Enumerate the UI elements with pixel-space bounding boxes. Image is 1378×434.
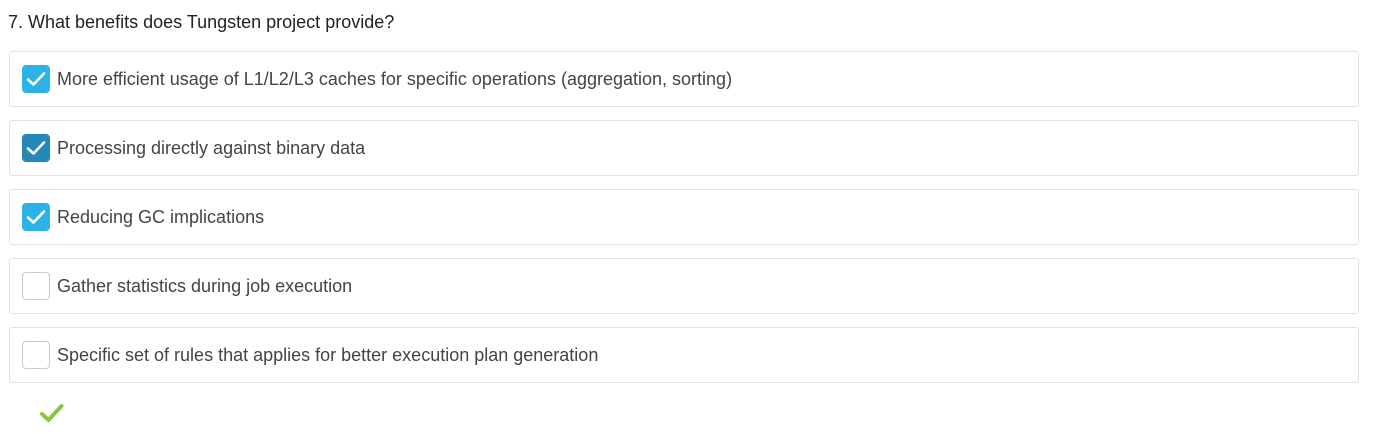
answer-option-label: Gather statistics during job execution: [57, 276, 353, 296]
answer-option-label: Specific set of rules that applies for b…: [57, 345, 599, 365]
check-mark-icon: [40, 402, 64, 424]
question-title: 7. What benefits does Tungsten project p…: [8, 12, 395, 32]
answer-option-1[interactable]: More efficient usage of L1/L2/L3 caches …: [9, 51, 1359, 107]
checkbox-unchecked-icon[interactable]: [22, 272, 50, 300]
checkbox-checked-icon[interactable]: [22, 203, 50, 231]
checkbox-checked-icon[interactable]: [22, 65, 50, 93]
answer-option-label: More efficient usage of L1/L2/L3 caches …: [57, 69, 733, 89]
answer-option-label: Processing directly against binary data: [57, 138, 366, 158]
answer-option-label: Reducing GC implications: [57, 207, 265, 227]
checkbox-unchecked-icon[interactable]: [22, 341, 50, 369]
answer-option-3[interactable]: Reducing GC implications: [9, 189, 1359, 245]
answer-option-4[interactable]: Gather statistics during job execution: [9, 258, 1359, 314]
checkbox-checked-icon[interactable]: [22, 134, 50, 162]
answer-options-list: More efficient usage of L1/L2/L3 caches …: [9, 51, 1359, 396]
answer-option-2[interactable]: Processing directly against binary data: [9, 120, 1359, 176]
answer-option-5[interactable]: Specific set of rules that applies for b…: [9, 327, 1359, 383]
